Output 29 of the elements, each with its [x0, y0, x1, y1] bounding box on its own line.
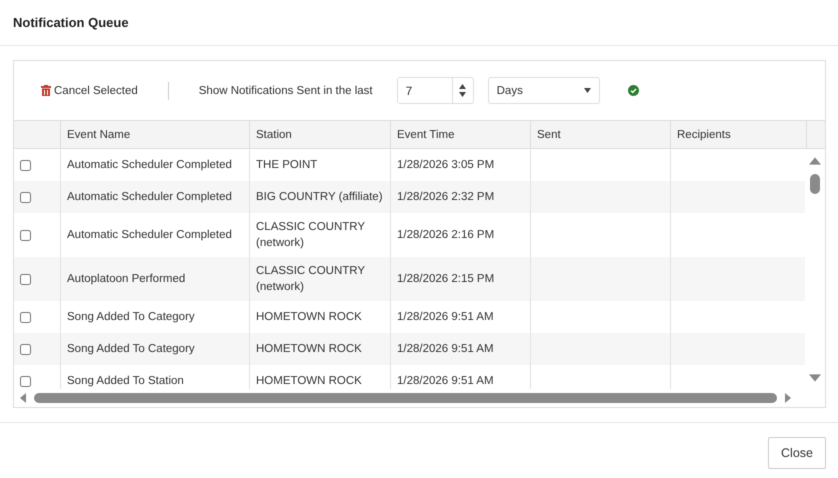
scroll-thumb[interactable] [810, 174, 820, 194]
column-header[interactable]: Event Time [391, 121, 531, 148]
scroll-right-icon[interactable] [783, 393, 793, 403]
column-header[interactable]: Sent [531, 121, 671, 148]
column-header[interactable]: Station [250, 121, 391, 148]
amount-spinner[interactable]: 7 [396, 77, 474, 104]
check-circle-icon[interactable] [628, 85, 639, 96]
scroll-up-icon[interactable] [809, 155, 822, 167]
column-header[interactable]: Event Name [61, 121, 250, 148]
cancel-selected-button[interactable]: Cancel Selected [41, 84, 138, 96]
row-checkbox[interactable] [20, 344, 31, 354]
row-checkbox[interactable] [20, 312, 31, 322]
scroll-down-icon[interactable] [809, 372, 822, 384]
row-checkbox[interactable] [20, 230, 31, 240]
row-checkbox[interactable] [20, 274, 31, 284]
close-button[interactable]: Close [768, 437, 826, 469]
column-header[interactable]: Recipients [671, 121, 807, 148]
trash-icon [41, 85, 51, 96]
scroll-left-icon[interactable] [18, 393, 28, 403]
caret-icon [584, 88, 591, 93]
filter-label: Show Notifications Sent in the last [198, 84, 373, 96]
window-title: Notification Queue [13, 15, 129, 30]
row-checkbox[interactable] [20, 160, 31, 170]
up-icon[interactable] [459, 84, 466, 89]
scroll-thumb[interactable] [34, 393, 777, 403]
row-checkbox[interactable] [20, 192, 31, 202]
down-icon[interactable] [459, 92, 466, 97]
unit-dropdown[interactable]: Days [488, 77, 600, 104]
row-checkbox[interactable] [20, 376, 31, 386]
